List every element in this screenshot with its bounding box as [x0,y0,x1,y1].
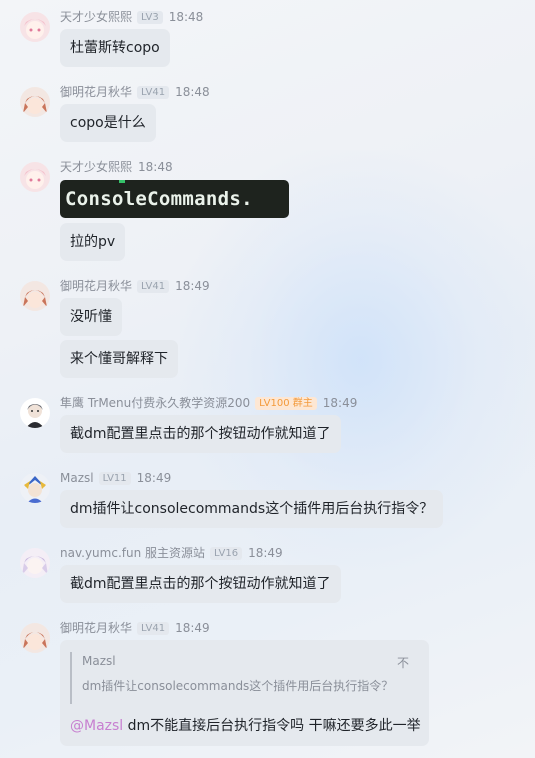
message-bubble[interactable]: dm插件让consolecommands这个插件用后台执行指令？ [60,490,444,528]
message-header: 天才少女熙熙 LV3 18:48 [60,9,203,25]
avatar[interactable] [20,162,50,192]
message-header: 天才少女熙熙 18:48 [60,159,173,175]
image-attachment[interactable]: ConsoleCommands. [60,180,289,218]
level-badge: LV11 [98,471,131,485]
timestamp: 18:49 [136,471,172,485]
sender-name[interactable]: Mazsl [60,470,94,486]
quote-author[interactable]: Mazsl [82,654,116,668]
message-header: 御明花月秋华 LV41 18:49 [60,620,210,636]
sender-name[interactable]: 隼鹰 TrMenu付费永久教学资源200 [60,395,250,411]
avatar[interactable] [20,87,50,117]
timestamp: 18:48 [175,85,210,99]
quote-mark: 不 [396,656,409,670]
message-header: 隼鹰 TrMenu付费永久教学资源200 LV100 群主 18:49 [60,395,357,411]
message-bubble[interactable]: copo是什么 [60,104,156,142]
sender-name[interactable]: 御明花月秋华 [60,620,132,636]
image-text: ConsoleCommands. [65,188,253,210]
level-badge: LV41 [137,85,170,99]
message-header: nav.yumc.fun 服主资源站 LV16 18:49 [60,545,283,561]
sender-name[interactable]: 御明花月秋华 [60,278,132,294]
owner-badge: LV100 群主 [255,396,317,410]
timestamp: 18:49 [322,396,358,410]
reply-body: dm不能直接后台执行指令吗 干嘛还要多此一举 [123,718,421,734]
avatar[interactable] [20,398,50,428]
timestamp: 18:49 [175,621,210,635]
message-bubble[interactable]: 截dm配置里点击的那个按钮动作就知道了 [60,565,341,603]
reply-bubble[interactable]: Mazsl 不 dm插件让consolecommands这个插件用后台执行指令？… [60,640,429,746]
sender-name[interactable]: 天才少女熙熙 [60,9,132,25]
quote-bar [70,652,72,704]
timestamp: 18:48 [168,10,204,24]
timestamp: 18:49 [175,279,210,293]
message-bubble[interactable]: 截dm配置里点击的那个按钮动作就知道了 [60,415,341,453]
quote-text[interactable]: dm插件让consolecommands这个插件用后台执行指令？ [82,677,393,694]
level-badge: LV41 [137,621,170,635]
message-bubble[interactable]: 没听懂 [60,298,122,336]
avatar[interactable] [20,473,50,503]
sender-name[interactable]: 天才少女熙熙 [60,159,132,175]
message-bubble[interactable]: 来个懂哥解释下 [60,340,178,378]
avatar[interactable] [20,548,50,578]
avatar[interactable] [20,12,50,42]
message-header: 御明花月秋华 LV41 18:48 [60,84,210,100]
reply-text: @Mazsl dm不能直接后台执行指令吗 干嘛还要多此一举 [70,715,421,735]
sender-name[interactable]: 御明花月秋华 [60,84,132,100]
avatar[interactable] [20,623,50,653]
message-bubble[interactable]: 杜蕾斯转copo [60,29,170,67]
level-badge: LV3 [137,10,163,24]
sender-name[interactable]: nav.yumc.fun 服主资源站 [60,545,205,561]
timestamp: 18:49 [248,546,283,560]
image-marker [119,180,125,183]
message-bubble[interactable]: 拉的pv [60,223,126,261]
message-header: 御明花月秋华 LV41 18:49 [60,278,210,294]
avatar[interactable] [20,281,50,311]
message-header: Mazsl LV11 18:49 [60,470,171,486]
level-badge: LV41 [137,279,170,293]
timestamp: 18:48 [138,160,173,174]
mention-link[interactable]: @Mazsl [70,718,123,734]
level-badge: LV16 [210,546,243,560]
